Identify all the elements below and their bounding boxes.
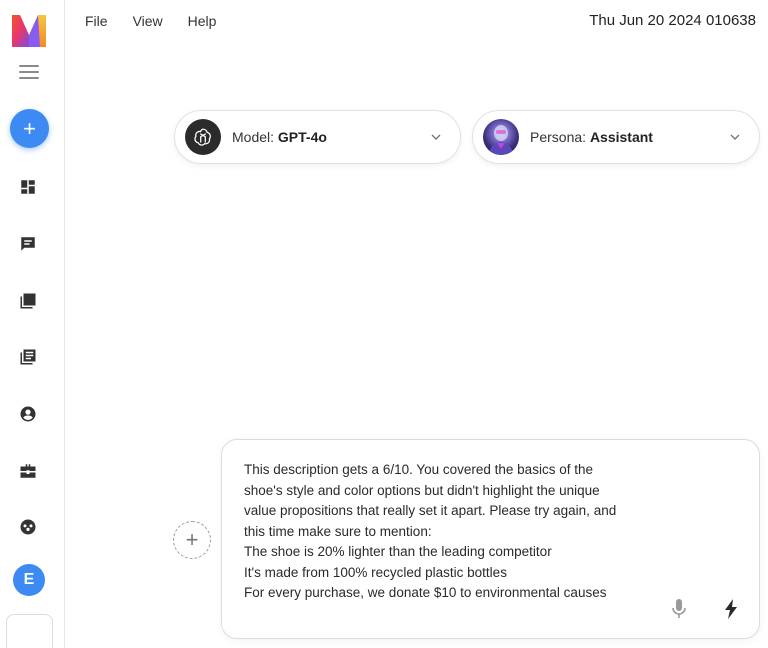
images-icon[interactable] — [19, 292, 37, 310]
menu-bar: File View Help — [85, 13, 216, 29]
persona-value: Assistant — [589, 129, 653, 145]
add-attachment-button[interactable]: + — [173, 521, 211, 559]
menu-help[interactable]: Help — [188, 13, 217, 29]
menu-toggle-icon[interactable] — [19, 65, 39, 79]
new-chat-button[interactable]: + — [10, 109, 49, 148]
model-value: GPT-4o — [277, 129, 327, 145]
chevron-down-icon — [431, 134, 441, 140]
dashboard-icon[interactable] — [19, 178, 37, 196]
account-icon[interactable] — [19, 405, 37, 423]
openai-logo-icon — [185, 119, 221, 155]
message-line: value propositions that really set it ap… — [244, 503, 617, 518]
persona-selector[interactable]: Persona: Assistant — [472, 110, 760, 164]
user-avatar[interactable]: E — [13, 564, 45, 596]
datetime-display: Thu Jun 20 2024 010638 — [589, 12, 756, 29]
menu-file[interactable]: File — [85, 13, 108, 29]
message-line: The shoe is 20% lighter than the leading… — [244, 544, 552, 559]
menu-view[interactable]: View — [133, 13, 163, 29]
community-icon[interactable] — [19, 518, 37, 536]
message-composer[interactable]: This description gets a 6/10. You covere… — [221, 439, 760, 639]
persona-selector-text: Persona: Assistant — [530, 129, 653, 145]
message-line: It's made from 100% recycled plastic bot… — [244, 564, 507, 580]
message-input[interactable]: This description gets a 6/10. You covere… — [244, 460, 634, 604]
message-line: For every purchase, we donate $10 to env… — [244, 585, 607, 600]
briefcase-icon[interactable] — [19, 462, 37, 480]
chat-icon[interactable] — [19, 235, 37, 253]
chevron-down-icon — [730, 134, 740, 140]
persona-label: Persona: — [530, 129, 587, 145]
message-line: this time make sure to mention: — [244, 523, 432, 539]
sidebar: + E — [0, 0, 65, 648]
message-line: shoe's style and color options but didn'… — [244, 482, 600, 498]
message-line: This description gets a 6/10. You covere… — [244, 462, 593, 477]
lightning-icon[interactable] — [722, 598, 740, 620]
library-icon[interactable] — [19, 348, 37, 366]
persona-avatar — [483, 119, 519, 155]
model-selector[interactable]: Model: GPT-4o — [174, 110, 461, 164]
sidebar-panel — [6, 614, 53, 648]
model-label: Model: — [232, 129, 275, 145]
model-selector-text: Model: GPT-4o — [232, 129, 327, 145]
microphone-icon[interactable] — [669, 598, 689, 620]
app-logo[interactable] — [12, 15, 46, 47]
